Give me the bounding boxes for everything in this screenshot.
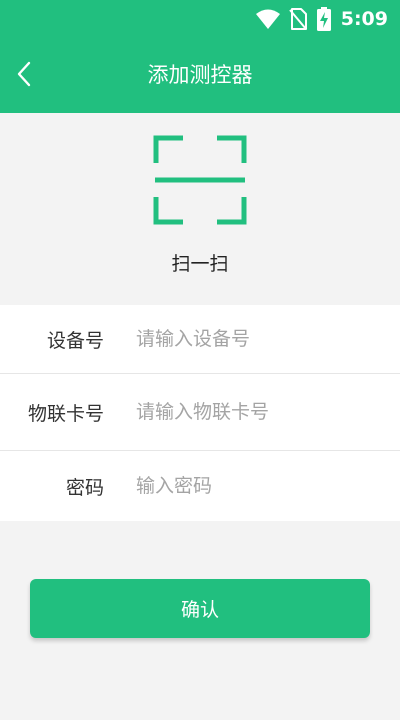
iot-card-number-input[interactable] (126, 382, 386, 442)
nav-bar: 添加测控器 (0, 38, 400, 113)
status-icons: 5:09 (255, 6, 388, 32)
status-bar: 5:09 (0, 0, 400, 38)
form-row-device-number: 设备号 (0, 305, 400, 374)
status-time: 5:09 (340, 8, 388, 30)
scan-area: 扫一扫 (0, 113, 400, 305)
device-number-label: 设备号 (46, 329, 104, 352)
wifi-icon (255, 8, 281, 30)
device-form: 设备号 物联卡号 密码 (0, 305, 400, 521)
device-number-input[interactable] (126, 313, 386, 365)
password-input[interactable] (126, 459, 386, 513)
scan-label[interactable]: 扫一扫 (0, 249, 400, 276)
page-title: 添加测控器 (147, 63, 253, 87)
no-sim-icon (288, 8, 307, 30)
back-button[interactable] (6, 56, 42, 96)
chevron-left-icon (16, 61, 32, 91)
iot-card-number-label: 物联卡号 (27, 402, 104, 425)
battery-charging-icon (316, 7, 331, 31)
confirm-button[interactable]: 确认 (30, 579, 370, 638)
password-label: 密码 (65, 476, 104, 499)
form-row-password: 密码 (0, 451, 400, 521)
scan-frame-icon[interactable] (153, 135, 247, 225)
form-row-iot-card: 物联卡号 (0, 374, 400, 451)
